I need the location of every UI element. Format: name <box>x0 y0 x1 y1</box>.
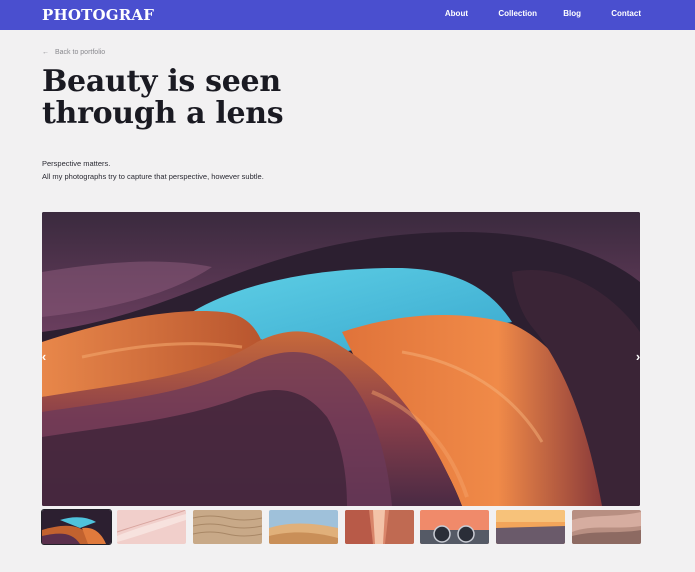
arrow-left-icon: ← <box>42 49 49 56</box>
thumbnail-canyon[interactable] <box>41 509 112 545</box>
intro-text: Perspective matters. All my photographs … <box>42 157 264 183</box>
brand-logo[interactable]: PHOTOGRAF <box>42 6 154 24</box>
top-navbar: PHOTOGRAF About Collection Blog Contact <box>0 0 695 30</box>
thumbnail-red-corridor[interactable] <box>345 510 414 544</box>
back-to-portfolio-link[interactable]: ← Back to portfolio <box>42 49 105 56</box>
nav-link-collection[interactable]: Collection <box>498 9 537 18</box>
thumbnail-sand-ripples[interactable] <box>193 510 262 544</box>
intro-line-1: Perspective matters. <box>42 159 111 168</box>
intro-line-2: All my photographs try to capture that p… <box>42 172 264 181</box>
thumbnail-desert-dunes[interactable] <box>269 510 338 544</box>
back-link-label: Back to portfolio <box>55 49 106 56</box>
thumbnail-camera-lens[interactable] <box>420 510 489 544</box>
page-title: Beauty is seen through a lens <box>42 64 284 131</box>
main-gallery-image[interactable] <box>42 212 640 506</box>
thumbnail-rock-formation[interactable] <box>572 510 641 544</box>
previous-image-button[interactable]: ‹ <box>38 347 50 367</box>
thumbnail-pink-sand[interactable] <box>117 510 186 544</box>
nav-link-contact[interactable]: Contact <box>611 9 641 18</box>
title-line-2: through a lens <box>42 96 284 131</box>
nav-link-about[interactable]: About <box>445 9 468 18</box>
next-image-button[interactable]: › <box>632 347 644 367</box>
nav-link-blog[interactable]: Blog <box>563 9 581 18</box>
thumbnail-strip <box>41 509 641 545</box>
title-line-1: Beauty is seen <box>42 64 281 99</box>
thumbnail-desert-sunset[interactable] <box>496 510 565 544</box>
canyon-photo <box>42 212 640 506</box>
